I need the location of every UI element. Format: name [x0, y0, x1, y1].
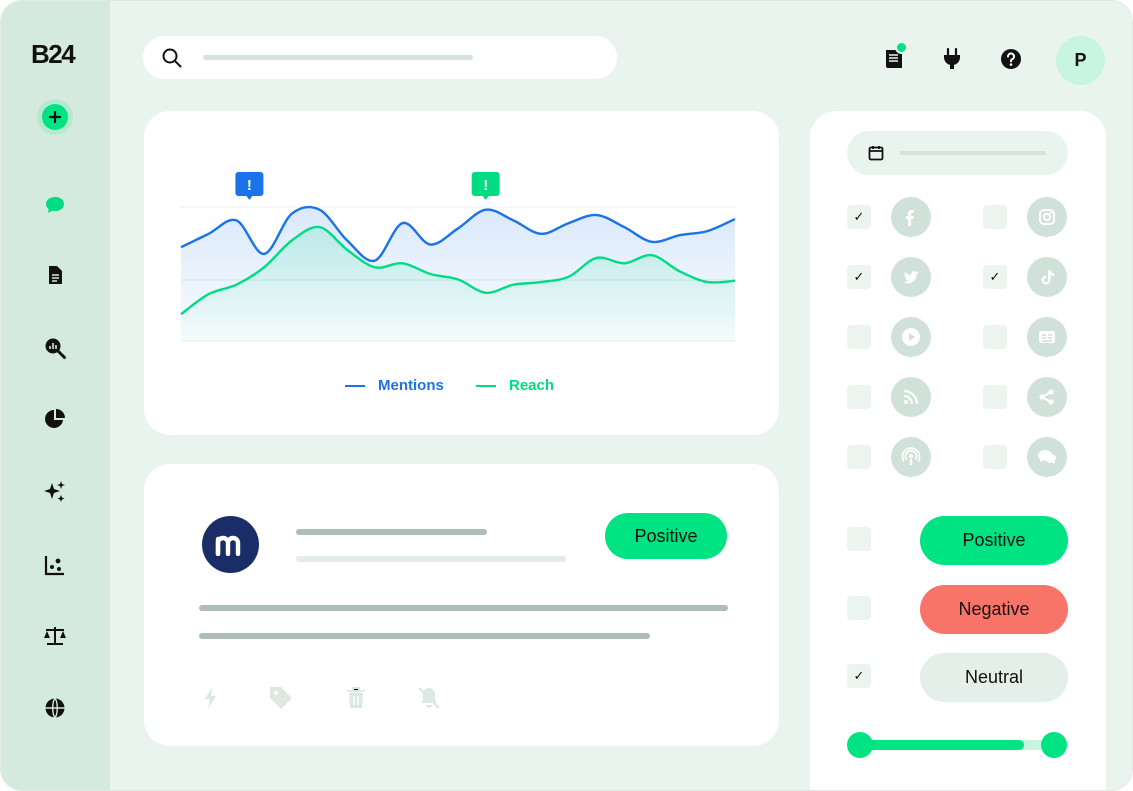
post-meta-placeholder	[296, 556, 566, 562]
sentiment-negative-button[interactable]: Negative	[920, 585, 1068, 634]
add-button[interactable]	[37, 99, 73, 135]
source-logo	[202, 516, 259, 573]
delete-button[interactable]	[342, 684, 370, 712]
m-logo-icon	[215, 535, 240, 556]
post-sentiment-badge[interactable]: Positive	[605, 513, 727, 559]
legend-mentions[interactable]: Mentions	[345, 377, 444, 394]
source-tiktok[interactable]	[1027, 257, 1067, 297]
sidebar: B24	[1, 1, 110, 790]
trash-icon	[347, 687, 365, 708]
boost-button[interactable]	[197, 684, 225, 712]
checkbox-sentiment-positive[interactable]	[847, 527, 871, 551]
sentiment-neutral-button[interactable]: Neutral	[920, 653, 1068, 702]
checkbox-podcast[interactable]	[847, 445, 871, 469]
instagram-icon	[1039, 209, 1055, 225]
nav-compare[interactable]	[42, 623, 68, 649]
checkbox-news[interactable]	[983, 325, 1007, 349]
filters-panel: ✓ ✓ ✓ Positive Negative ✓ Neutral	[810, 111, 1106, 790]
source-forum[interactable]	[1027, 437, 1067, 477]
forum-icon	[1038, 450, 1056, 464]
checkbox-video[interactable]	[847, 325, 871, 349]
source-instagram[interactable]	[1027, 197, 1067, 237]
nav-global[interactable]	[42, 695, 68, 721]
mentions-reach-chart: !!	[180, 172, 736, 342]
pie-chart-icon	[45, 409, 65, 428]
checkbox-share[interactable]	[983, 385, 1007, 409]
source-twitter[interactable]	[891, 257, 931, 297]
share-icon	[1039, 389, 1054, 405]
lightning-icon	[205, 687, 216, 709]
checkbox-twitter[interactable]: ✓	[847, 265, 871, 289]
plus-icon	[49, 111, 61, 123]
video-icon	[902, 328, 920, 346]
checkbox-forum[interactable]	[983, 445, 1007, 469]
alert-marker-label: !	[247, 177, 252, 194]
tag-button[interactable]	[267, 684, 295, 712]
checkbox-rss[interactable]	[847, 385, 871, 409]
plug-icon	[944, 48, 960, 69]
news-icon	[1039, 331, 1055, 343]
nav-ai[interactable]	[42, 479, 68, 505]
chat-bubble-icon	[46, 197, 64, 213]
source-share[interactable]	[1027, 377, 1067, 417]
date-range-picker[interactable]	[847, 131, 1068, 175]
search-input[interactable]	[203, 55, 473, 60]
source-podcast[interactable]	[891, 437, 931, 477]
brand-logo[interactable]: B24	[31, 39, 76, 70]
app-window: B24 P ! ! Mentions Reach Positive ✓ ✓ ✓ …	[0, 0, 1133, 791]
scale-balance-icon	[44, 627, 66, 645]
nav-documents[interactable]	[42, 262, 68, 288]
search-bar[interactable]	[143, 36, 617, 79]
post-text-line-2	[199, 633, 650, 639]
alert-marker[interactable]: !	[235, 172, 264, 200]
alert-marker-label: !	[483, 177, 488, 194]
post-author-placeholder	[296, 529, 487, 535]
bell-off-icon	[418, 687, 440, 709]
tag-icon	[270, 687, 292, 709]
integrations-button[interactable]	[936, 43, 968, 75]
source-rss[interactable]	[891, 377, 931, 417]
calendar-icon	[868, 146, 884, 161]
user-avatar[interactable]: P	[1056, 36, 1105, 85]
checkbox-instagram[interactable]	[983, 205, 1007, 229]
nav-mentions[interactable]	[42, 192, 68, 218]
twitter-icon	[903, 271, 919, 284]
search-icon	[162, 48, 182, 68]
nav-analysis[interactable]	[42, 335, 68, 361]
facebook-icon	[906, 210, 914, 226]
range-slider-min-handle[interactable]	[847, 732, 873, 758]
help-button[interactable]	[995, 43, 1027, 75]
nav-reports[interactable]	[42, 406, 68, 432]
tiktok-icon	[1041, 270, 1054, 285]
help-icon	[1001, 49, 1021, 69]
nav-statistics[interactable]	[42, 552, 68, 578]
rss-icon	[903, 389, 919, 405]
checkbox-sentiment-negative[interactable]	[847, 596, 871, 620]
search-analytics-icon	[45, 338, 66, 359]
podcast-icon	[901, 447, 921, 465]
globe-icon	[45, 698, 65, 718]
alert-marker[interactable]: !	[471, 172, 500, 200]
legend-mentions-label: Mentions	[378, 377, 444, 394]
sparkles-icon	[44, 481, 65, 502]
source-news[interactable]	[1027, 317, 1067, 357]
checkbox-tiktok[interactable]: ✓	[983, 265, 1007, 289]
checkbox-sentiment-neutral[interactable]: ✓	[847, 664, 871, 688]
sentiment-positive-button[interactable]: Positive	[920, 516, 1068, 565]
notification-badge	[895, 41, 908, 54]
source-video[interactable]	[891, 317, 931, 357]
post-text-line-1	[199, 605, 728, 611]
range-slider-max-handle[interactable]	[1041, 732, 1067, 758]
checkbox-facebook[interactable]: ✓	[847, 205, 871, 229]
legend-reach-label: Reach	[509, 377, 555, 394]
legend-reach[interactable]: Reach	[476, 377, 554, 394]
range-slider-fill	[860, 740, 1024, 750]
scatter-chart-icon	[44, 556, 64, 576]
document-icon	[49, 266, 62, 284]
mentions-chart-card: !! Mentions Reach	[144, 111, 779, 435]
mute-button[interactable]	[415, 684, 443, 712]
mention-post-card[interactable]: Positive	[144, 464, 779, 746]
source-facebook[interactable]	[891, 197, 931, 237]
